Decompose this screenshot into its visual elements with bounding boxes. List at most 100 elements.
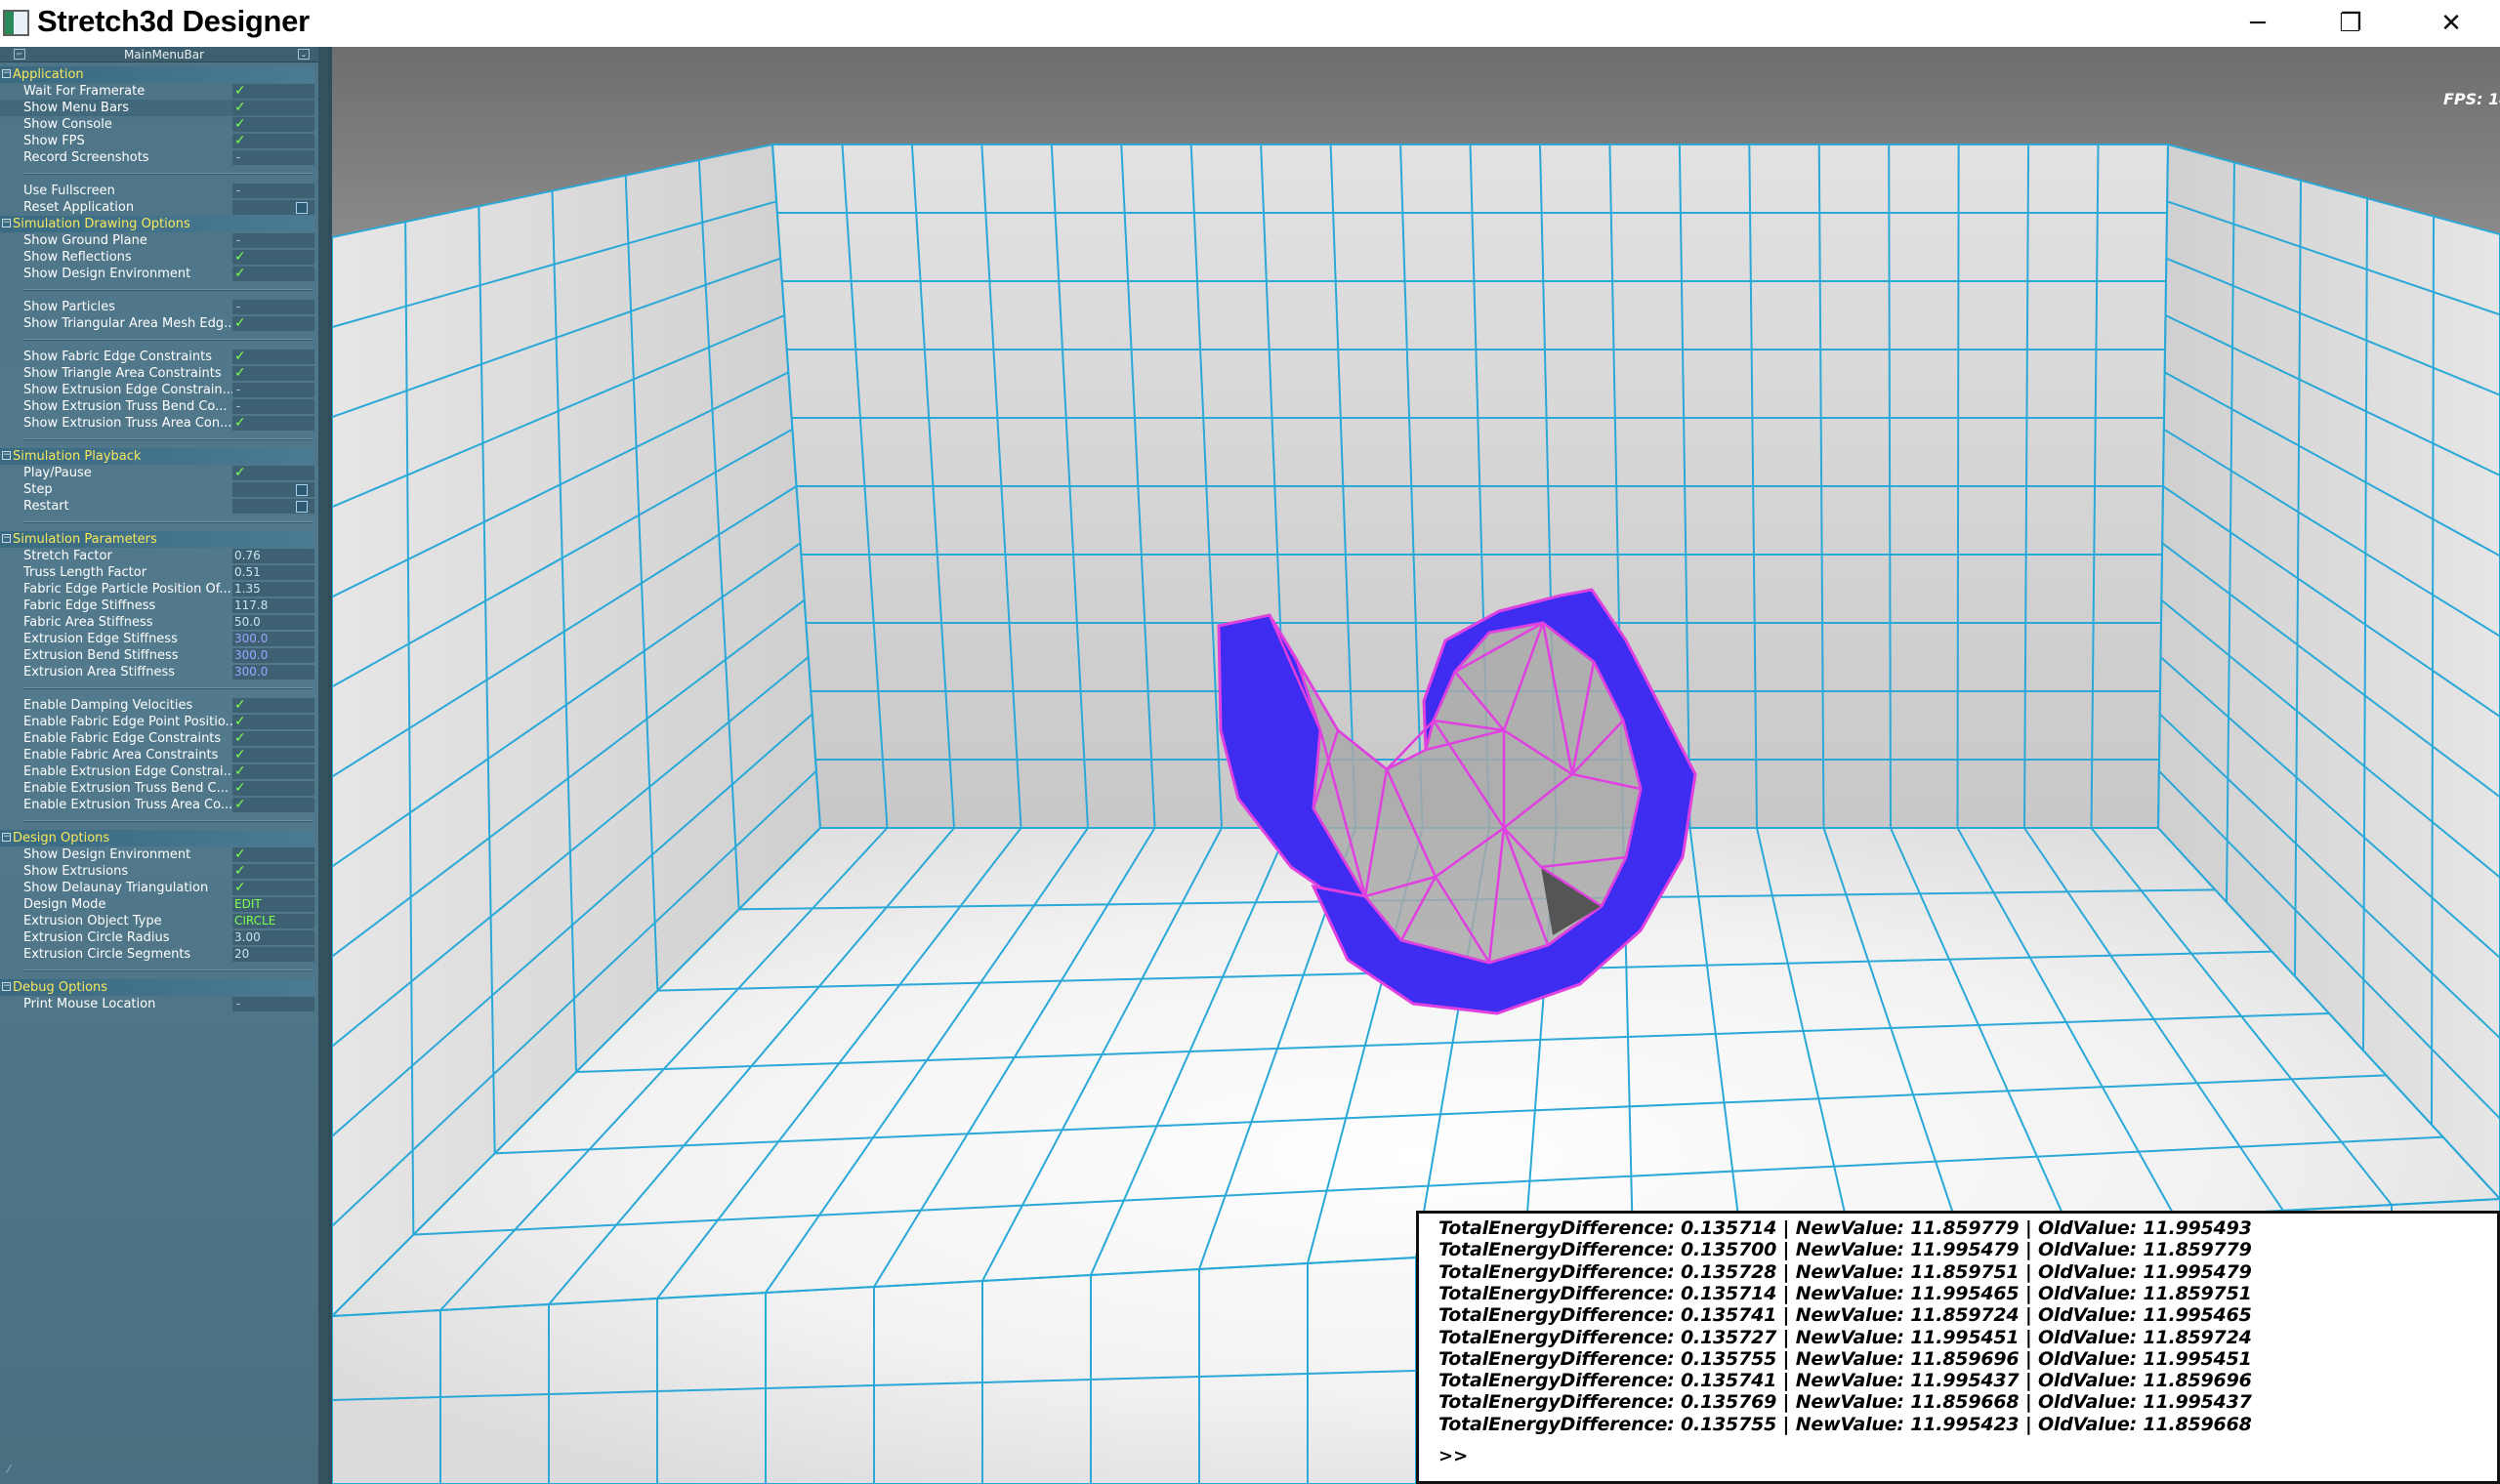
group-header[interactable]: − Application	[0, 66, 314, 83]
menu-item[interactable]: Play/Pause ✓	[0, 465, 314, 481]
menu-item[interactable]: Enable Fabric Edge Point Positio... ✓	[0, 714, 314, 730]
minimize-button[interactable]: ─	[2209, 0, 2307, 47]
toggle-checkbox[interactable]: ✓	[232, 781, 314, 796]
menu-item[interactable]: Wait For Framerate ✓	[0, 83, 314, 100]
toggle-checkbox[interactable]: ✓	[232, 366, 314, 381]
toggle-checkbox[interactable]: ✓	[232, 748, 314, 763]
toggle-checkbox[interactable]: ✓	[232, 316, 314, 331]
value-field[interactable]: 50.0	[232, 615, 314, 630]
menu-item[interactable]: Show Extrusion Truss Bend Co... -	[0, 398, 314, 415]
menu-item[interactable]: Extrusion Circle Segments 20	[0, 946, 314, 963]
menu-item[interactable]: Fabric Edge Stiffness 117.8	[0, 598, 314, 614]
toggle-checkbox[interactable]: ✓	[232, 864, 314, 879]
menu-item[interactable]: Show FPS ✓	[0, 133, 314, 149]
value-field[interactable]: 0.76	[232, 549, 314, 563]
toggle-checkbox[interactable]: ✓	[232, 847, 314, 862]
panel-scrollbar[interactable]	[318, 47, 328, 1484]
restore-button[interactable]: ❐	[2302, 0, 2399, 47]
panel-header[interactable]: ⌐ MainMenuBar ⌄	[0, 47, 328, 62]
menu-item[interactable]: Show Delaunay Triangulation ✓	[0, 880, 314, 896]
menu-item[interactable]: Restart	[0, 498, 314, 515]
action-button[interactable]	[232, 499, 314, 514]
resize-grip-icon[interactable]: ⁄	[8, 1463, 10, 1476]
iconify-icon[interactable]: ⌄	[298, 49, 310, 60]
menu-item[interactable]: Use Fullscreen -	[0, 183, 314, 199]
collapse-icon[interactable]: −	[2, 451, 11, 460]
menu-item[interactable]: Extrusion Edge Stiffness 300.0	[0, 631, 314, 647]
collapse-icon[interactable]: −	[2, 219, 11, 227]
menu-item[interactable]: Enable Fabric Area Constraints ✓	[0, 747, 314, 763]
collapse-icon[interactable]: −	[2, 534, 11, 543]
value-field[interactable]: 117.8	[232, 598, 314, 613]
menu-item[interactable]: Show Console ✓	[0, 116, 314, 133]
toggle-checkbox[interactable]: -	[232, 233, 314, 248]
toggle-checkbox[interactable]: ✓	[232, 466, 314, 480]
toggle-checkbox[interactable]: -	[232, 184, 314, 198]
value-field[interactable]: 300.0	[232, 632, 314, 646]
menu-item[interactable]: Enable Damping Velocities ✓	[0, 697, 314, 714]
menu-item[interactable]: Show Extrusion Truss Area Con... ✓	[0, 415, 314, 432]
group-header[interactable]: − Debug Options	[0, 979, 314, 996]
menu-item[interactable]: Enable Extrusion Edge Constrai... ✓	[0, 763, 314, 780]
menu-item[interactable]: Extrusion Area Stiffness 300.0	[0, 664, 314, 680]
toggle-checkbox[interactable]: ✓	[232, 731, 314, 746]
value-field[interactable]: 300.0	[232, 648, 314, 663]
menu-item[interactable]: Show Triangle Area Constraints ✓	[0, 365, 314, 382]
toggle-checkbox[interactable]: ✓	[232, 101, 314, 115]
menu-item[interactable]: Reset Application	[0, 199, 314, 216]
value-field[interactable]: 300.0	[232, 665, 314, 680]
collapse-icon[interactable]: −	[2, 982, 11, 991]
menu-item[interactable]: Fabric Area Stiffness 50.0	[0, 614, 314, 631]
menu-item[interactable]: Print Mouse Location -	[0, 996, 314, 1012]
toggle-checkbox[interactable]: -	[232, 997, 314, 1011]
menu-item[interactable]: Show Ground Plane -	[0, 232, 314, 249]
console-panel[interactable]: TotalEnergyDifference: 0.135714 | NewVal…	[1416, 1211, 2500, 1484]
toggle-checkbox[interactable]: ✓	[232, 715, 314, 729]
toggle-checkbox[interactable]: ✓	[232, 798, 314, 812]
menu-item[interactable]: Record Screenshots -	[0, 149, 314, 166]
toggle-checkbox[interactable]: ✓	[232, 84, 314, 99]
menu-item[interactable]: Show Design Environment ✓	[0, 846, 314, 863]
toggle-checkbox[interactable]: ✓	[232, 250, 314, 265]
menu-item[interactable]: Show Extrusion Edge Constrain... -	[0, 382, 314, 398]
value-field[interactable]: 0.51	[232, 565, 314, 580]
console-prompt[interactable]: >>	[1438, 1446, 1468, 1466]
menu-item[interactable]: Extrusion Circle Radius 3.00	[0, 929, 314, 946]
value-field[interactable]: 3.00	[232, 930, 314, 945]
toggle-checkbox[interactable]: -	[232, 150, 314, 165]
toggle-checkbox[interactable]: ✓	[232, 416, 314, 431]
collapse-icon[interactable]: −	[2, 69, 11, 78]
action-button[interactable]	[232, 200, 314, 215]
toggle-checkbox[interactable]: ✓	[232, 881, 314, 895]
menu-item[interactable]: Enable Extrusion Truss Bend C... ✓	[0, 780, 314, 797]
action-button[interactable]	[232, 482, 314, 497]
menu-item[interactable]: Extrusion Object Type CIRCLE	[0, 913, 314, 929]
value-field[interactable]: 20	[232, 947, 314, 962]
menu-item[interactable]: Show Reflections ✓	[0, 249, 314, 266]
close-button[interactable]: ✕	[2402, 0, 2500, 47]
menu-item[interactable]: Step	[0, 481, 314, 498]
menu-item[interactable]: Show Extrusions ✓	[0, 863, 314, 880]
menu-item[interactable]: Fabric Edge Particle Position Of... 1.35	[0, 581, 314, 598]
group-header[interactable]: − Design Options	[0, 830, 314, 846]
menu-item[interactable]: Extrusion Bend Stiffness 300.0	[0, 647, 314, 664]
group-header[interactable]: − Simulation Drawing Options	[0, 216, 314, 232]
toggle-checkbox[interactable]: -	[232, 300, 314, 314]
toggle-checkbox[interactable]: ✓	[232, 134, 314, 148]
group-header[interactable]: − Simulation Parameters	[0, 531, 314, 548]
toggle-checkbox[interactable]: ✓	[232, 117, 314, 132]
menu-item[interactable]: Show Triangular Area Mesh Edg... ✓	[0, 315, 314, 332]
menu-item[interactable]: Enable Extrusion Truss Area Co... ✓	[0, 797, 314, 813]
collapse-icon[interactable]: −	[2, 833, 11, 842]
menu-item[interactable]: Stretch Factor 0.76	[0, 548, 314, 564]
group-header[interactable]: − Simulation Playback	[0, 448, 314, 465]
menu-item[interactable]: Show Particles -	[0, 299, 314, 315]
menu-item[interactable]: Design Mode EDIT	[0, 896, 314, 913]
toggle-checkbox[interactable]: ✓	[232, 267, 314, 281]
toggle-checkbox[interactable]: -	[232, 383, 314, 397]
value-field[interactable]: CIRCLE	[232, 914, 314, 928]
toggle-checkbox[interactable]: ✓	[232, 350, 314, 364]
value-field[interactable]: 1.35	[232, 582, 314, 597]
menu-item[interactable]: Show Fabric Edge Constraints ✓	[0, 349, 314, 365]
menu-item[interactable]: Show Design Environment ✓	[0, 266, 314, 282]
